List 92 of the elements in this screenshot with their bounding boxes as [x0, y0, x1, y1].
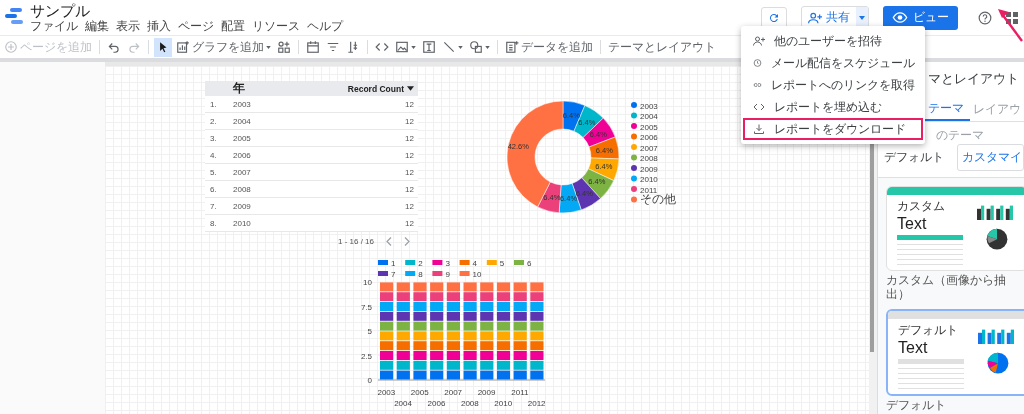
theme-sample-text: Text: [897, 215, 928, 233]
axis-tick-label: 7.5: [360, 302, 372, 312]
table-cell-text: 2004: [233, 116, 252, 126]
legend-label: 10: [472, 270, 482, 279]
customize-button[interactable]: カスタマイ: [957, 144, 1024, 171]
menu-item[interactable]: リソース: [252, 18, 300, 33]
axis-tick-label: 2008: [460, 399, 479, 408]
table-cell-text: 12: [405, 218, 415, 228]
legend-label: 2011: [640, 185, 658, 195]
row-number: 7.: [209, 201, 218, 211]
row-number: 8.: [209, 218, 218, 228]
legend-label: 5: [499, 259, 505, 268]
menu-item[interactable]: ファイル: [30, 18, 78, 33]
menu-item[interactable]: レポートへのリンクを取得: [743, 74, 923, 96]
theme-tool-button[interactable]: テーマとレイアウト: [606, 37, 718, 57]
table-cell-text: 2008: [233, 184, 252, 194]
axis-tick-label: 0: [367, 376, 372, 385]
legend-label: 2004: [640, 112, 658, 121]
table-cell-text: 12: [405, 99, 415, 109]
legend-label: 4: [472, 259, 478, 268]
theme-name: カスタム（画像から抽出）: [886, 273, 1007, 301]
menu-item[interactable]: 配置: [221, 18, 245, 33]
table-cell-text: 12: [405, 116, 415, 126]
adddata-tool-button[interactable]: データを追加: [503, 37, 595, 57]
legend-label: その他: [640, 192, 676, 206]
table-cell-text: 12: [405, 201, 415, 211]
table-cell-text: 12: [405, 167, 415, 177]
table-cell-text: 2007: [233, 167, 252, 177]
legend-label: 2006: [640, 133, 658, 142]
page-range: 1 - 16 / 16: [337, 237, 374, 246]
axis-tick-label: 2007: [444, 388, 463, 397]
axis-tick-label: 2005: [410, 388, 429, 397]
row-number: 4.: [209, 150, 218, 160]
legend-label: 2005: [640, 122, 658, 132]
row-number: 1.: [209, 99, 218, 109]
menu-item[interactable]: ヘルプ: [307, 18, 343, 33]
theme-card[interactable]: カスタム Text: [886, 186, 1024, 271]
legend-label: 2007: [640, 143, 658, 153]
legend-label: 9: [445, 270, 450, 279]
field-label: のテーマ: [936, 127, 984, 144]
table-cell-text: 2005: [233, 133, 252, 143]
table-cell-text: 2006: [233, 150, 252, 160]
legend-label: 8: [418, 270, 423, 279]
axis-tick-label: 2003: [377, 388, 396, 397]
legend-label: 2003: [640, 101, 658, 111]
theme-card[interactable]: デフォルト Text: [886, 309, 1024, 396]
table-cell-text: 12: [405, 184, 415, 194]
report-title[interactable]: サンプル: [30, 2, 343, 19]
column-header[interactable]: Record Count: [347, 83, 404, 94]
table-cell-text: 2010: [233, 218, 252, 228]
legend-label: 3: [445, 259, 450, 268]
axis-tick-label: 2011: [511, 388, 529, 397]
axis-tick-label: 2009: [477, 388, 496, 397]
axis-tick-label: 10: [363, 278, 372, 287]
menu-item[interactable]: 他のユーザーを招待: [743, 30, 923, 52]
menu-item[interactable]: レポートを埋め込む: [743, 96, 923, 118]
legend-label: 7: [391, 270, 396, 279]
panel-title: マとレイアウト: [928, 71, 1019, 88]
row-number: 2.: [209, 116, 218, 126]
legend-label: 2009: [640, 164, 658, 174]
axis-tick-label: 5: [367, 327, 372, 336]
table-cell-text: 2003: [233, 99, 252, 109]
table-cell-text: 12: [405, 133, 415, 143]
theme-name: デフォルト: [886, 398, 947, 412]
row-number: 6.: [209, 184, 218, 194]
legend-label: 2: [418, 259, 423, 268]
row-number: 5.: [209, 167, 218, 177]
menu-item[interactable]: レポートをダウンロード: [743, 118, 923, 140]
column-header[interactable]: 年: [233, 80, 348, 97]
legend-label: 2008: [640, 154, 658, 163]
legend-label: 2010: [640, 175, 658, 184]
menu-item[interactable]: ページ: [178, 18, 214, 33]
axis-tick-label: 2012: [527, 399, 546, 408]
menu-item[interactable]: 編集: [85, 18, 109, 33]
axis-tick-label: 2010: [494, 399, 513, 408]
menu-item[interactable]: メール配信をスケジュール: [743, 52, 923, 74]
legend-label: 1: [391, 259, 396, 268]
menu-item[interactable]: 表示: [116, 18, 140, 33]
current-theme-name: デフォルト: [884, 149, 944, 166]
axis-tick-label: 2004: [394, 399, 412, 408]
axis-tick-label: 2.5: [360, 351, 372, 361]
legend-label: 6: [527, 259, 532, 268]
theme-sample-text: Text: [898, 339, 929, 357]
theme-sample-title: デフォルト: [898, 322, 959, 339]
view-button[interactable]: ビュー: [883, 5, 958, 30]
axis-tick-label: 2006: [427, 399, 446, 408]
table-cell-text: 2009: [233, 201, 252, 211]
table-cell-text: 12: [405, 150, 415, 160]
row-number: 3.: [209, 133, 218, 143]
addchart-tool-button[interactable]: グラフを追加: [174, 37, 273, 57]
theme-sample-title: カスタム: [897, 198, 946, 215]
menu-item[interactable]: 挿入: [147, 18, 171, 33]
